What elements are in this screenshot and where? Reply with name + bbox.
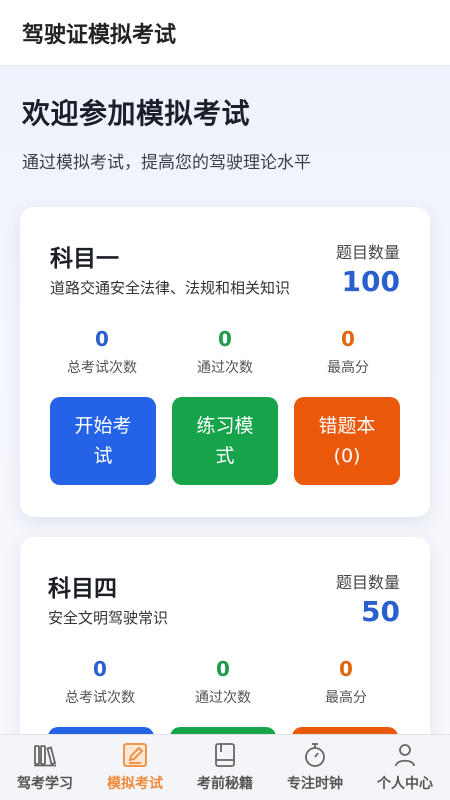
tab-label: 个人中心 [377,776,433,792]
tab-mock-exam[interactable]: 模拟考试 [90,735,180,800]
stat-value: 0 [339,657,353,681]
tab-profile[interactable]: 个人中心 [360,735,450,800]
book-icon [215,743,235,767]
stat-value: 0 [93,657,107,681]
subject-description: 道路交通安全法律、法规和相关知识 [50,279,291,297]
stat-value: 0 [95,327,109,351]
wrong-questions-label: 错题本 [318,415,376,437]
stat-value: 0 [216,657,230,681]
subject-description: 安全文明驾驶常识 [48,609,169,627]
stat-label: 最高分 [327,360,369,376]
question-count-value: 50 [361,595,400,628]
stat-label: 最高分 [325,690,367,706]
books-icon [34,745,57,767]
app-header: 驾驶证模拟考试 [0,0,450,66]
edit-icon [123,743,147,767]
stat-total-exams: 0 总考试次数 [42,327,162,377]
stat-label: 通过次数 [195,690,251,706]
stat-passed: 0 通过次数 [165,327,285,377]
wrong-questions-button[interactable]: 错题本 (0) [294,397,400,485]
app-title: 驾驶证模拟考试 [22,22,177,48]
subject-name: 科目一 [50,246,119,272]
stat-best-score: 0 最高分 [288,327,408,377]
welcome-section: 欢迎参加模拟考试 通过模拟考试，提高您的驾驶理论水平 [22,92,428,173]
bottom-tab-bar: 驾考学习 模拟考试 考前秘籍 专注时钟 个人中心 [0,734,450,800]
tab-label: 驾考学习 [17,776,73,792]
question-count-value: 100 [341,265,400,298]
stat-label: 通过次数 [197,360,253,376]
practice-mode-button[interactable]: 练习模式 [172,397,278,485]
tab-label: 考前秘籍 [197,776,253,792]
stat-best-score: 0 最高分 [286,657,406,707]
subject-card-1: 科目一 道路交通安全法律、法规和相关知识 题目数量 100 0 总考试次数 0 … [20,207,430,517]
tab-focus-timer[interactable]: 专注时钟 [270,735,360,800]
welcome-subtitle: 通过模拟考试，提高您的驾驶理论水平 [22,153,311,173]
wrong-questions-count: (0) [333,445,361,467]
stat-value: 0 [341,327,355,351]
stat-passed: 0 通过次数 [163,657,283,707]
tab-driving-study[interactable]: 驾考学习 [0,735,90,800]
start-exam-button[interactable]: 开始考试 [50,397,156,485]
subject-name: 科目四 [48,576,117,602]
timer-icon [305,743,325,767]
stat-label: 总考试次数 [65,690,135,706]
user-icon [395,744,415,767]
stat-label: 总考试次数 [67,360,137,376]
tab-label: 专注时钟 [287,776,343,792]
tab-exam-tips[interactable]: 考前秘籍 [180,735,270,800]
question-count-label: 题目数量 [335,243,400,262]
tab-label: 模拟考试 [107,776,163,792]
stat-total-exams: 0 总考试次数 [40,657,160,707]
question-count-label: 题目数量 [335,573,400,592]
welcome-title: 欢迎参加模拟考试 [22,97,251,130]
stat-value: 0 [218,327,232,351]
